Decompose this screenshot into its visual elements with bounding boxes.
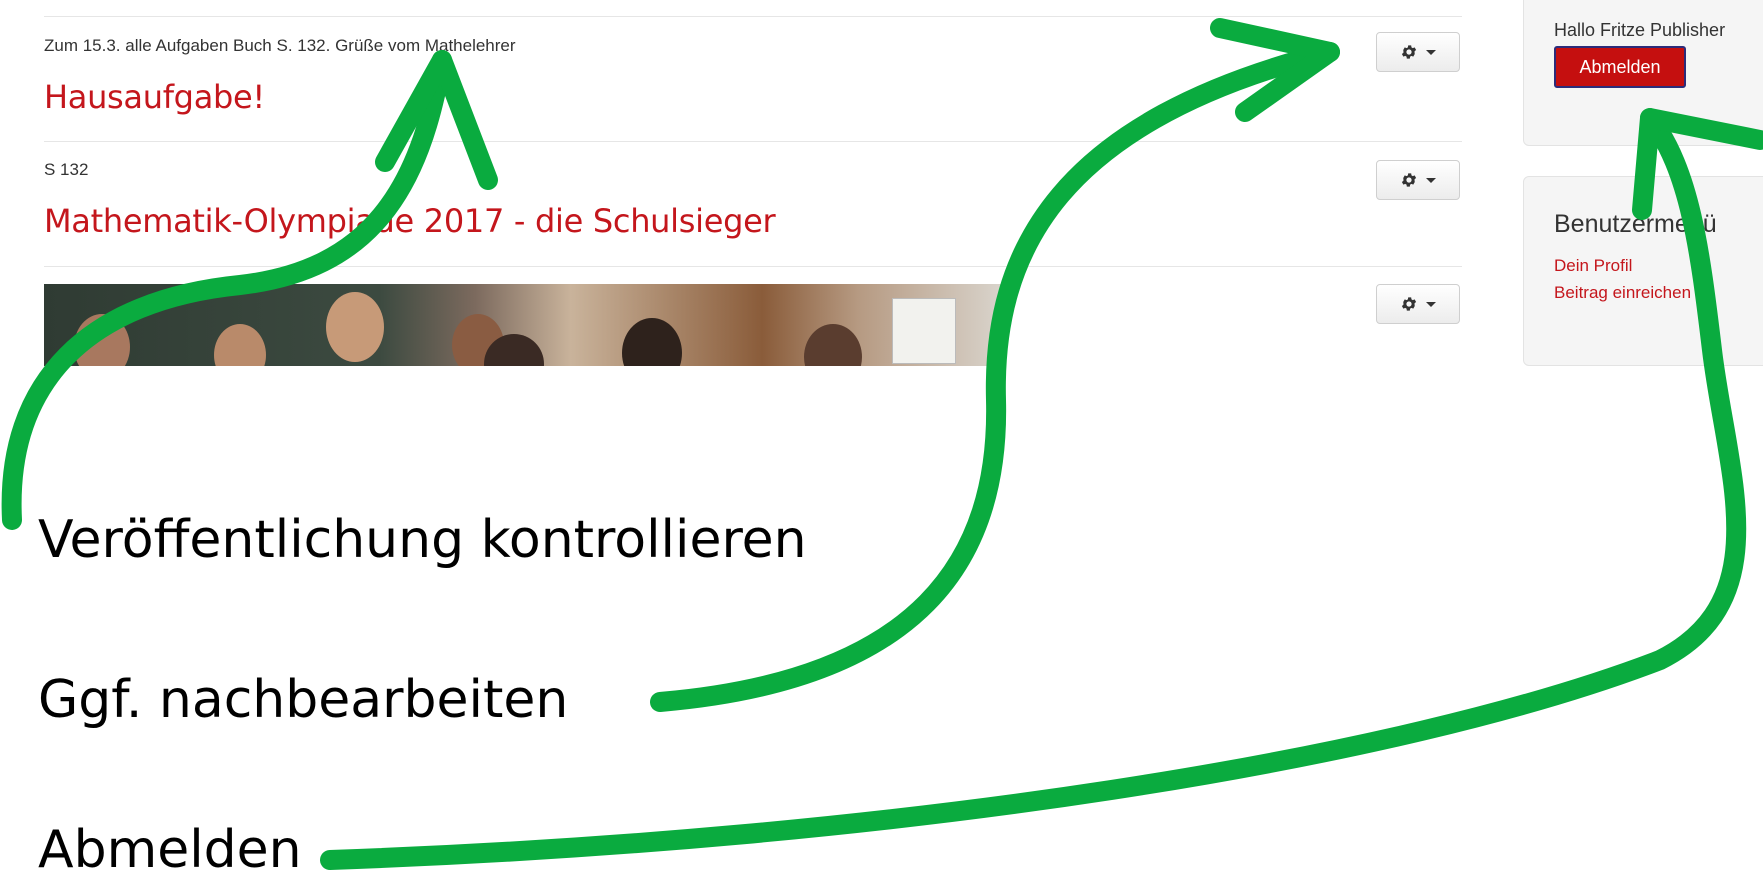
annotation-area xyxy=(0,368,1763,884)
post-photo[interactable] xyxy=(44,284,1002,366)
gear-icon xyxy=(1401,173,1417,187)
photo-person xyxy=(74,314,130,366)
gear-icon xyxy=(1401,297,1417,311)
user-menu-heading: Benutzermenü xyxy=(1554,210,1717,238)
annotation-check-publication: Veröffentlichung kontrollieren xyxy=(38,510,807,570)
annotation-logout: Abmelden xyxy=(38,820,302,880)
separator xyxy=(44,141,1462,142)
post-intro-text: S 132 xyxy=(44,160,89,179)
post-title-link[interactable]: Hausaufgabe! xyxy=(44,78,265,116)
photo-person xyxy=(326,292,384,362)
post-intro-text: Zum 15.3. alle Aufgaben Buch S. 132. Grü… xyxy=(44,36,516,55)
photo-person xyxy=(622,318,682,366)
menu-item-profile[interactable]: Dein Profil xyxy=(1554,256,1632,276)
arrow-head-check-publication xyxy=(375,50,498,190)
post-actions-button[interactable] xyxy=(1376,32,1460,72)
photo-person xyxy=(804,324,862,366)
post-actions-button[interactable] xyxy=(1376,160,1460,200)
caret-down-icon xyxy=(1426,49,1436,55)
caret-down-icon xyxy=(1426,177,1436,183)
post-title-link[interactable]: Mathematik-Olympiade 2017 - die Schulsie… xyxy=(44,202,776,240)
annotation-edit-if-needed: Ggf. nachbearbeiten xyxy=(38,670,569,730)
post-actions-button[interactable] xyxy=(1376,284,1460,324)
gear-icon xyxy=(1401,45,1417,59)
photo-wall-sign xyxy=(892,298,956,364)
photo-person xyxy=(214,324,266,366)
caret-down-icon xyxy=(1426,301,1436,307)
user-greeting: Hallo Fritze Publisher xyxy=(1554,20,1726,40)
menu-item-submit-post[interactable]: Beitrag einreichen xyxy=(1554,283,1691,303)
separator xyxy=(44,266,1462,267)
separator xyxy=(44,16,1462,17)
logout-button[interactable]: Abmelden xyxy=(1554,46,1686,88)
arrow-head-edit xyxy=(1210,18,1340,122)
